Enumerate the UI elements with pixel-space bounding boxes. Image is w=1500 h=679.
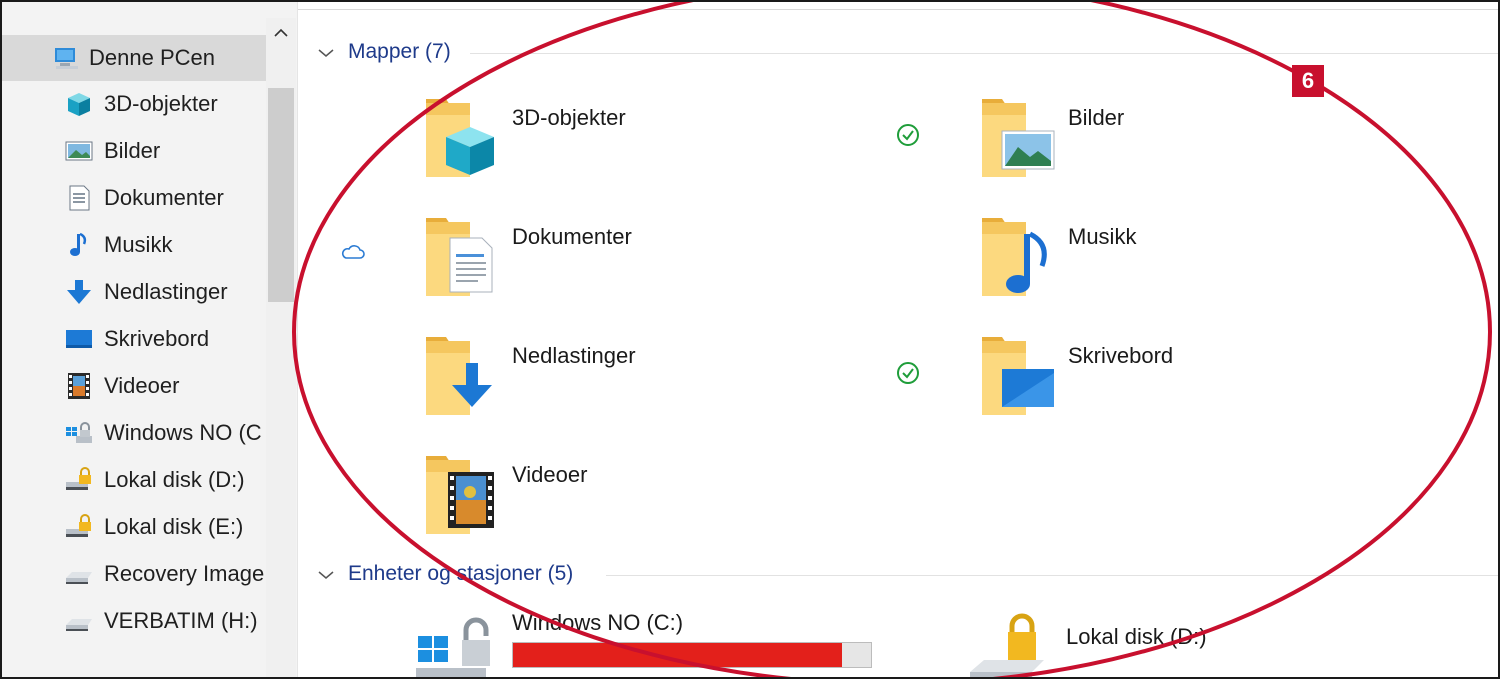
downloads-folder-icon [426, 337, 492, 415]
scroll-thumb[interactable] [268, 88, 294, 302]
downloads-icon [67, 280, 91, 304]
windows-drive-icon [66, 422, 92, 443]
sidebar-item-label: Musikk [104, 232, 173, 257]
sidebar-item-label: Denne PCen [89, 45, 215, 70]
folder-tile-music[interactable]: Musikk [980, 214, 1480, 324]
drive-name: Lokal disk (D:) [1066, 624, 1207, 649]
sidebar-item-local-disk-d[interactable]: Lokal disk (D:) [2, 457, 266, 504]
sidebar-item-3d-objects[interactable]: 3D-objekter [2, 81, 266, 128]
sidebar-item-label: Windows NO (C [104, 420, 262, 445]
folder-name: Bilder [1068, 105, 1125, 130]
this-pc-icon [55, 48, 78, 69]
usb-drive-icon [66, 619, 92, 631]
folder-name: Nedlastinger [512, 343, 636, 368]
locked-drive-icon [66, 514, 91, 537]
sync-check-icon [897, 124, 919, 146]
sidebar-item-local-disk-e[interactable]: Lokal disk (E:) [2, 504, 266, 551]
drive-tile-local-disk-d[interactable]: Lokal disk (D:) [970, 602, 1470, 677]
group-divider [470, 53, 1498, 54]
file-explorer-window: Denne PCen 3D-objekter Bilder Dokumenter [0, 0, 1500, 679]
folder-tile-downloads[interactable]: Nedlastinger [424, 333, 924, 443]
group-divider [606, 575, 1498, 576]
windows-drive-icon [416, 617, 490, 677]
cloud-icon [342, 245, 365, 259]
group-header-label: Mapper (7) [348, 40, 451, 63]
chevron-down-icon [318, 49, 334, 57]
navigation-pane: Denne PCen 3D-objekter Bilder Dokumenter [2, 2, 298, 677]
folder-name: Skrivebord [1068, 343, 1174, 368]
sidebar-item-windows-drive[interactable]: Windows NO (C [2, 410, 266, 457]
group-header-folders[interactable]: Mapper (7) [318, 40, 451, 64]
drive-name: Windows NO (C:) [512, 610, 684, 635]
sidebar-item-label: Skrivebord [104, 326, 210, 351]
folder-name: 3D-objekter [512, 105, 626, 130]
folder-name: Videoer [512, 462, 588, 487]
sidebar-item-videos[interactable]: Videoer [2, 363, 266, 410]
locked-drive-icon [970, 613, 1044, 677]
sidebar-item-label: Lokal disk (E:) [104, 514, 244, 539]
drive-tile-windows-c[interactable]: Windows NO (C:) [416, 602, 916, 677]
documents-icon [69, 185, 90, 211]
sidebar-item-pictures[interactable]: Bilder [2, 128, 266, 175]
sidebar-item-desktop[interactable]: Skrivebord [2, 316, 266, 363]
folder-tile-3d-objects[interactable]: 3D-objekter [424, 95, 924, 205]
drive-usage-bar [512, 642, 872, 668]
chevron-down-icon [318, 571, 334, 579]
sidebar-item-label: Bilder [104, 138, 161, 163]
content-pane: Mapper (7) 3D-objekter Bilder Dokumenter… [298, 2, 1498, 677]
sidebar-item-verbatim[interactable]: VERBATIM (H:) [2, 598, 266, 645]
annotation-badge: 6 [1292, 65, 1324, 97]
sidebar-item-documents[interactable]: Dokumenter [2, 175, 266, 222]
pictures-folder-icon [982, 99, 1055, 177]
sidebar-item-label: Recovery Image [104, 561, 265, 586]
sidebar-item-label: Videoer [104, 373, 180, 398]
sidebar-item-label: Dokumenter [104, 185, 224, 210]
desktop-icon [66, 330, 92, 348]
videos-icon [68, 373, 90, 399]
sidebar-item-this-pc[interactable]: Denne PCen [2, 35, 266, 81]
folder-tile-documents[interactable]: Dokumenter [424, 214, 924, 324]
sidebar-item-label: 3D-objekter [104, 91, 218, 116]
group-header-drives[interactable]: Enheter og stasjoner (5) [318, 562, 573, 586]
desktop-folder-icon [982, 337, 1054, 415]
scroll-up-arrow-icon[interactable] [266, 18, 296, 48]
folder-name: Musikk [1068, 224, 1137, 249]
drive-icon [66, 572, 92, 584]
videos-folder-icon [426, 456, 494, 534]
folder-tile-desktop[interactable]: Skrivebord [980, 333, 1480, 443]
folder-name: Dokumenter [512, 224, 632, 249]
sync-check-icon [897, 362, 919, 384]
sidebar-scrollbar[interactable] [266, 18, 296, 677]
pictures-icon [65, 141, 93, 161]
3d-objects-icon [68, 93, 90, 116]
folder-tile-videos[interactable]: Videoer [424, 452, 924, 562]
3d-objects-folder-icon [426, 99, 494, 177]
group-header-label: Enheter og stasjoner (5) [348, 562, 574, 585]
documents-folder-icon [426, 218, 493, 296]
locked-drive-icon [66, 467, 91, 490]
music-icon [70, 232, 87, 256]
sidebar-item-label: VERBATIM (H:) [104, 608, 258, 633]
music-folder-icon [982, 218, 1047, 296]
sidebar-item-recovery-image[interactable]: Recovery Image [2, 551, 266, 598]
sidebar-item-label: Nedlastinger [104, 279, 228, 304]
sidebar-item-label: Lokal disk (D:) [104, 467, 245, 492]
nav-list: Denne PCen 3D-objekter Bilder Dokumenter [2, 35, 266, 645]
sidebar-item-downloads[interactable]: Nedlastinger [2, 269, 266, 316]
folder-tile-pictures[interactable]: Bilder [980, 95, 1480, 205]
drive-usage-fill [513, 643, 843, 667]
sidebar-item-music[interactable]: Musikk [2, 222, 266, 269]
